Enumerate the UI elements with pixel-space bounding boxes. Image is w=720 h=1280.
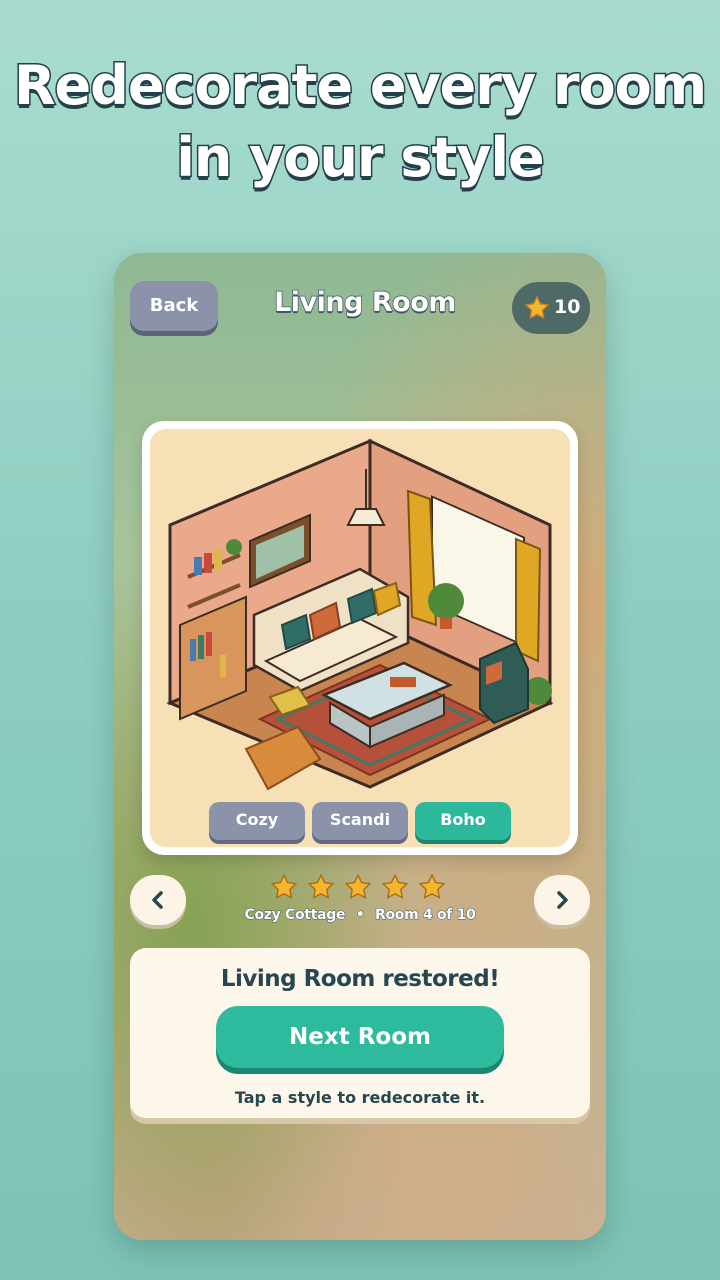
style-button-scandi[interactable]: Scandi bbox=[312, 802, 408, 840]
completion-message: Living Room restored! bbox=[220, 966, 500, 992]
headline-line-1: Redecorate every room bbox=[12, 53, 708, 119]
rating-star-icon bbox=[381, 873, 409, 899]
chevron-right-icon bbox=[557, 891, 568, 909]
phone-screen: Back Living Room 10 Cozy Scandi Boho Coz… bbox=[114, 253, 606, 1240]
promo-headline: Redecorate every room in your style bbox=[0, 50, 720, 194]
next-room-arrow-button[interactable] bbox=[534, 875, 590, 925]
room-illustration bbox=[150, 429, 570, 847]
hint-text: Tap a style to redecorate it. bbox=[234, 1088, 486, 1107]
rating-star-icon bbox=[270, 873, 298, 899]
rating-star-icon bbox=[307, 873, 335, 899]
next-room-button[interactable]: Next Room bbox=[216, 1006, 504, 1068]
back-button[interactable]: Back bbox=[130, 281, 218, 331]
room-title: Living Room bbox=[273, 286, 457, 319]
collection-name: Cozy Cottage bbox=[244, 907, 346, 924]
room-info: Cozy Cottage • Room 4 of 10 bbox=[214, 907, 506, 924]
previous-room-button[interactable] bbox=[130, 875, 186, 925]
star-count: 10 bbox=[554, 296, 581, 318]
headline-line-2: in your style bbox=[175, 125, 546, 191]
star-counter: 10 bbox=[512, 282, 590, 334]
rating-star-icon bbox=[344, 873, 372, 899]
rating-star-icon bbox=[418, 873, 446, 899]
room-progress: Room 4 of 10 bbox=[374, 907, 476, 924]
star-icon bbox=[524, 295, 550, 320]
info-separator: • bbox=[355, 907, 365, 924]
style-button-boho[interactable]: Boho bbox=[415, 802, 511, 840]
style-button-cozy[interactable]: Cozy bbox=[209, 802, 305, 840]
chevron-left-icon bbox=[152, 891, 163, 909]
room-rating bbox=[270, 873, 450, 901]
completion-panel: Living Room restored! Next Room Tap a st… bbox=[130, 948, 590, 1118]
room-preview-card bbox=[142, 421, 578, 855]
